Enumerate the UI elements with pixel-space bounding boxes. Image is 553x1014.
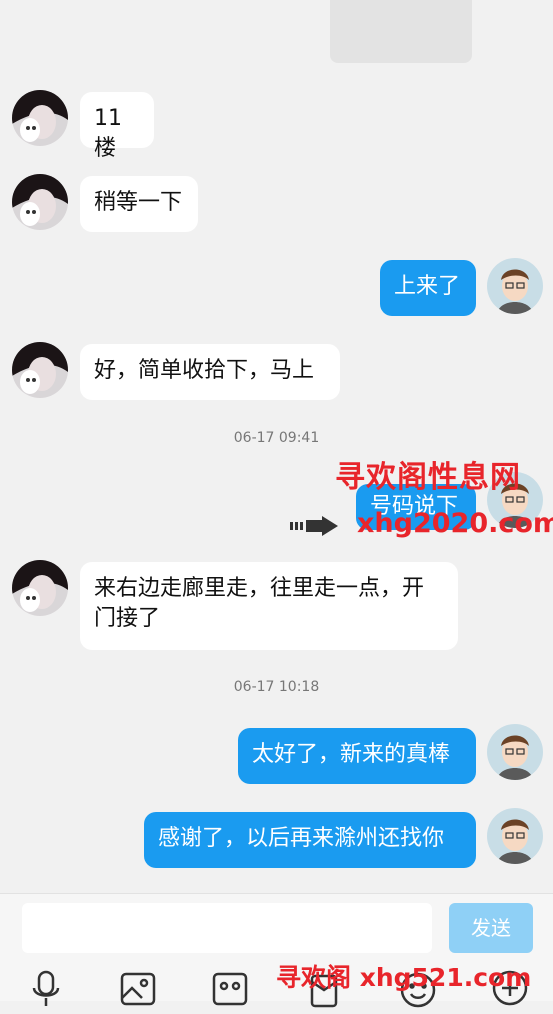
message-bubble[interactable]: 太好了，新来的真棒 [238, 728, 476, 784]
message-bubble[interactable]: 感谢了，以后再来滁州还找你 [144, 812, 476, 868]
watermark-arrow-icon [290, 514, 346, 542]
message-input[interactable] [22, 903, 432, 953]
watermark-text: 寻欢阁性息网 [335, 460, 521, 495]
timestamp: 06-17 10:18 [233, 679, 320, 695]
message-bubble[interactable]: 上来了 [380, 260, 476, 316]
contact-avatar[interactable] [12, 90, 68, 146]
my-avatar[interactable] [487, 808, 543, 864]
image-message-partial[interactable] [330, 0, 472, 63]
microphone-icon[interactable] [26, 968, 66, 1008]
message-bubble[interactable]: 11楼 [80, 92, 154, 161]
watermark-text: xhg2020.com [357, 508, 553, 539]
contact-avatar[interactable] [12, 560, 68, 616]
contact-avatar[interactable] [12, 174, 68, 230]
my-avatar[interactable] [487, 724, 543, 780]
watermark-text: 寻欢阁 xhg521.com [276, 963, 532, 992]
timestamp: 06-17 09:41 [233, 430, 320, 446]
message-bubble[interactable]: 来右边走廊里走，往里走一点，开门接了 [80, 562, 458, 650]
camera-icon[interactable] [210, 970, 250, 1010]
contact-avatar[interactable] [12, 342, 68, 398]
message-bubble[interactable]: 好，简单收拾下，马上 [80, 344, 340, 400]
send-button[interactable]: 发送 [449, 903, 533, 953]
message-bubble[interactable]: 稍等一下 [80, 176, 198, 232]
image-icon[interactable] [118, 970, 158, 1010]
my-avatar[interactable] [487, 258, 543, 314]
